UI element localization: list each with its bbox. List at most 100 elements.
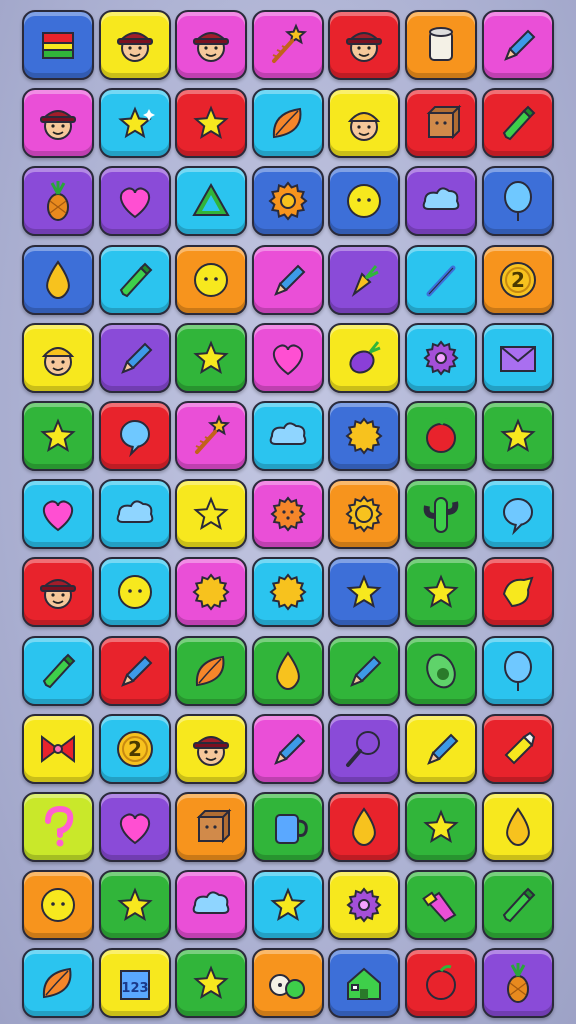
tile-plus[interactable] [481,557,554,628]
tile-pencil[interactable] [251,244,324,315]
tile-star[interactable] [175,479,248,550]
tile-star[interactable] [405,792,477,862]
tile-cookie[interactable] [251,479,324,550]
tile-coin[interactable]: 2 [98,713,171,784]
tile-heart[interactable] [251,322,324,393]
tile-drop[interactable] [328,792,401,862]
tile-marker[interactable] [405,870,477,941]
tile-face-cap[interactable] [328,88,401,159]
tile-face-cap[interactable] [22,322,94,393]
tile-avocado[interactable] [405,635,477,706]
tile-button[interactable] [328,166,401,237]
tile-crayon[interactable] [481,88,554,159]
star-icon [193,105,229,140]
tile-sparkle-star[interactable] [98,88,171,159]
tile-apple[interactable] [405,401,477,471]
tile-star[interactable] [22,401,94,471]
button-icon [194,262,229,297]
tile-heart[interactable] [98,166,171,237]
tile-flower[interactable] [405,322,477,393]
tile-box[interactable] [175,792,248,862]
tile-drop[interactable] [251,635,324,706]
tile-face[interactable] [175,10,248,80]
tile-drop[interactable] [481,792,554,862]
tile-crayon[interactable] [22,635,94,706]
tile-gear-flower[interactable] [328,479,401,550]
tile-burst[interactable] [175,557,248,628]
tile-gift[interactable] [22,10,94,80]
tile-pencil[interactable] [251,713,324,784]
tile-block[interactable]: 123 [98,948,171,1019]
tile-bubble[interactable] [481,479,554,550]
tile-bubble[interactable] [98,401,171,471]
tile-question[interactable] [22,792,94,862]
tile-house[interactable] [328,948,401,1019]
tile-heart[interactable] [22,479,94,550]
tile-apple[interactable] [405,948,477,1019]
tile-leaf[interactable] [251,88,324,159]
tile-cloud[interactable] [175,870,248,941]
tile-face[interactable] [328,10,401,80]
tile-star[interactable] [175,322,248,393]
tile-mug[interactable] [251,792,324,862]
cloud-icon [192,891,230,915]
tile-star[interactable] [405,557,477,628]
tile-pineapple[interactable] [22,166,94,237]
tile-pineapple[interactable] [481,948,554,1019]
tile-balloon[interactable] [481,166,554,237]
tile-star[interactable] [251,870,324,941]
tile-burst[interactable] [328,401,401,471]
tile-racket[interactable] [328,713,401,784]
tile-carrot[interactable] [328,244,401,315]
tile-envelope[interactable] [481,322,554,393]
tile-leaf[interactable] [22,948,94,1019]
tile-crayon[interactable] [481,870,554,941]
tile-pencil[interactable] [481,10,554,80]
tile-box[interactable] [405,88,477,159]
balloon-icon [503,181,532,222]
tile-coin[interactable]: 2 [481,244,554,315]
tile-cloud[interactable] [251,401,324,471]
tile-bow[interactable] [22,713,94,784]
tile-star[interactable] [481,401,554,471]
tile-pencil[interactable] [98,635,171,706]
tile-pencil[interactable] [98,322,171,393]
tile-sunflower[interactable] [251,166,324,237]
tile-radish[interactable] [328,322,401,393]
tile-pencil[interactable] [405,713,477,784]
face-icon [40,110,76,141]
tile-pencil[interactable] [328,635,401,706]
tile-star[interactable] [328,557,401,628]
tile-button[interactable] [22,870,94,941]
tile-star[interactable] [175,948,248,1019]
tile-star-wand[interactable] [175,401,248,471]
tile-drop[interactable] [22,244,94,315]
tile-crayon[interactable] [98,244,171,315]
tile-star[interactable] [98,870,171,941]
tile-face[interactable] [98,10,171,80]
pineapple-icon [506,963,529,1004]
tile-balloon[interactable] [481,635,554,706]
tile-star-wand[interactable] [251,10,324,80]
tile-jar[interactable] [405,10,477,80]
tile-cloud[interactable] [405,166,477,237]
tile-cloud[interactable] [98,479,171,550]
tile-heart[interactable] [98,792,171,862]
tile-dice[interactable] [251,948,324,1019]
tile-face[interactable] [22,557,94,628]
tile-triangle[interactable] [175,166,248,237]
tile-star[interactable] [175,88,248,159]
tile-flower[interactable] [328,870,401,941]
tile-pen[interactable] [405,244,477,315]
tile-face[interactable] [22,88,94,159]
tile-button[interactable] [175,244,248,315]
tile-button[interactable] [98,557,171,628]
drop-icon [352,807,377,847]
tile-face[interactable] [175,713,248,784]
star-wand-icon [195,414,231,454]
tile-burst[interactable] [251,557,324,628]
tile-leaf[interactable] [175,635,248,706]
star-icon [40,418,76,453]
tile-glue[interactable] [481,713,554,784]
tile-cactus[interactable] [405,479,477,550]
